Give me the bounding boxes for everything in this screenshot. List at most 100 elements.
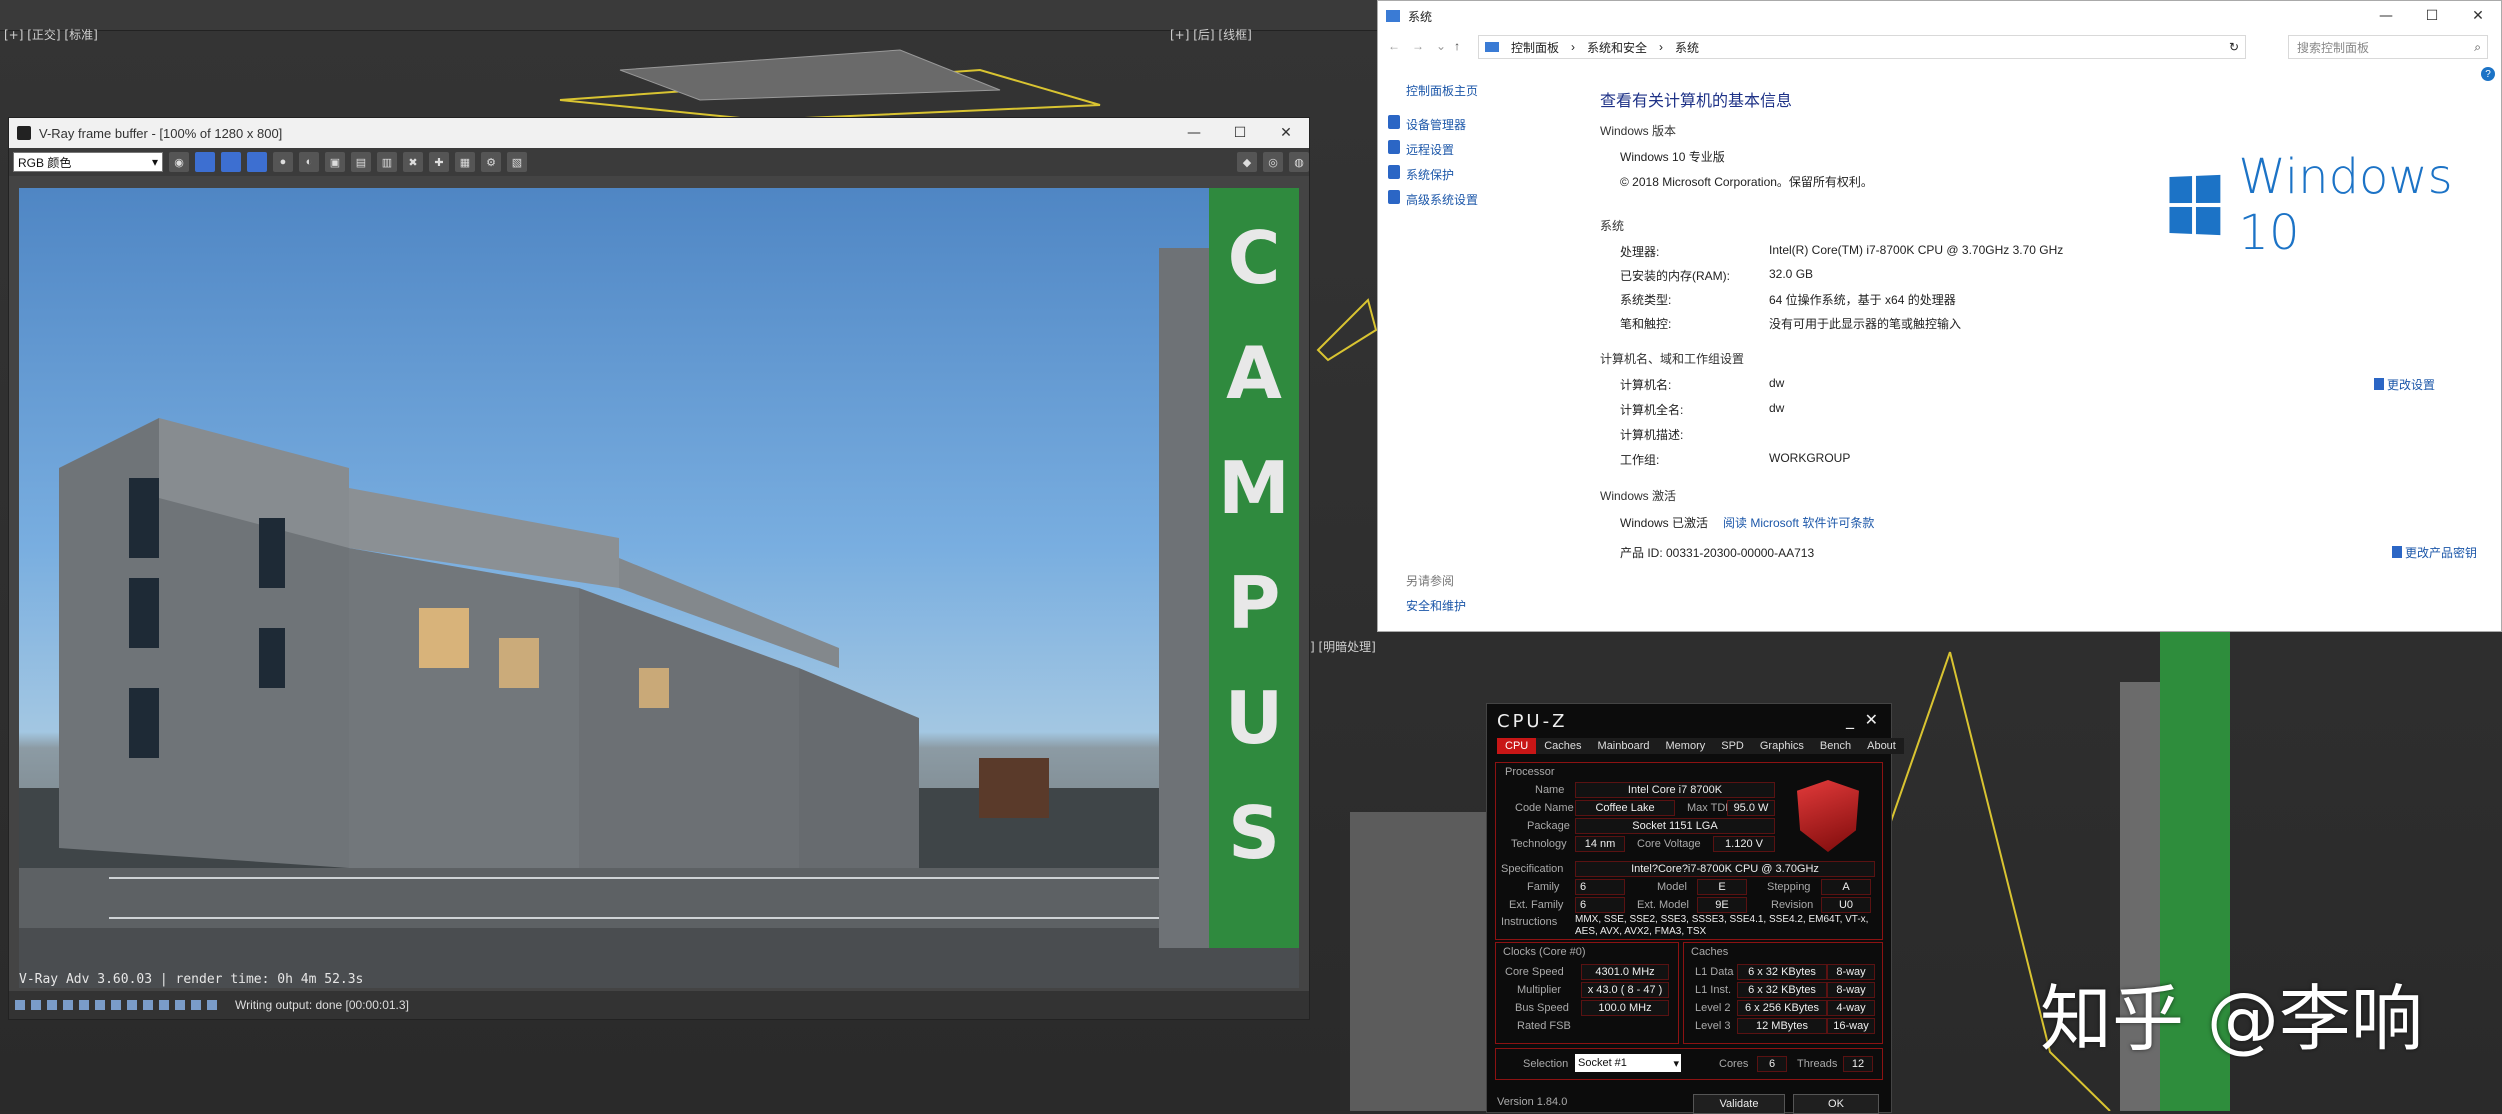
core-speed-label: Core Speed [1505,966,1564,978]
search-icon[interactable]: ⌕ [2474,40,2481,55]
breadcrumb-item[interactable]: 系统和安全 [1587,39,1647,56]
breadcrumb-item[interactable]: 控制面板 [1511,39,1559,56]
tab-mainboard[interactable]: Mainboard [1589,738,1658,754]
windows-edition: Windows 10 专业版 [1620,150,1725,164]
vray-frame-buffer-window[interactable]: V-Ray frame buffer - [100% of 1280 x 800… [8,117,1310,1020]
minimize-icon[interactable]: — [2363,1,2409,31]
channel-select-value: RGB 颜色 [18,155,72,170]
address-bar: ← → ⌄ ↑ 控制面板 › 系统和安全 › 系统 ↻ 搜索控制面板 ⌕ ? [1378,31,2501,81]
cores-value: 6 [1757,1056,1787,1072]
vray-toolbar: RGB 颜色 ▾ ◉ ● ◐ ▣ ▤ ▥ ✖ ✚ ▦ ⚙ ▧ ◆ ◎ ◍ [9,148,1309,176]
change-product-key-link[interactable]: 更改产品密钥 [2392,544,2477,561]
close-icon[interactable]: ✕ [1865,710,1881,729]
minimize-icon[interactable]: — [1171,118,1217,148]
back-arrow-icon[interactable]: ← [1388,39,1400,53]
status-icon[interactable] [31,1000,41,1010]
maximize-icon[interactable]: ☐ [1217,118,1263,148]
license-terms-link[interactable]: 阅读 Microsoft 软件许可条款 [1723,514,1874,531]
clear-image-icon[interactable]: ✖ [403,152,423,172]
model-value: E [1697,879,1747,895]
tab-cpu[interactable]: CPU [1497,738,1537,754]
color-picker-icon[interactable]: ◉ [169,152,189,172]
search-placeholder: 搜索控制面板 [2297,40,2370,55]
bus-speed-label: Bus Speed [1515,1002,1569,1014]
breadcrumb-item[interactable]: 系统 [1675,39,1699,56]
workgroup-value: WORKGROUP [1769,451,1851,465]
rated-fsb-label: Rated FSB [1517,1020,1571,1032]
help-icon[interactable]: ? [2481,67,2495,81]
sign-letter: U [1225,676,1283,760]
forward-arrow-icon[interactable]: → [1412,39,1424,53]
tab-about[interactable]: About [1859,738,1904,754]
shield-icon [1388,190,1400,204]
tab-bench[interactable]: Bench [1811,738,1860,754]
status-icon[interactable] [79,1000,89,1010]
description-label: 计算机描述: [1620,428,1684,442]
validate-button[interactable]: Validate [1693,1094,1785,1114]
tab-memory[interactable]: Memory [1657,738,1714,754]
processor-label: 处理器: [1620,245,1660,259]
system-properties-window[interactable]: 系统 — ☐ ✕ ← → ⌄ ↑ 控制面板 › 系统和安全 › 系统 ↻ 搜索控… [1377,0,2502,632]
search-input[interactable]: 搜索控制面板 ⌕ [2288,35,2488,59]
nav-control-panel-home[interactable]: 控制面板主页 [1406,82,1478,99]
load-image-icon[interactable]: ▤ [351,152,371,172]
teapot-icon[interactable]: ◍ [1289,152,1309,172]
cpuz-titlebar[interactable]: CPU-Z _ ✕ [1487,704,1891,738]
socket-select[interactable]: Socket #1 ▾ [1575,1054,1681,1072]
render-last-icon[interactable]: ⚙ [481,152,501,172]
multiplier-value: x 43.0 ( 8 - 47 ) [1581,982,1669,998]
nav-device-manager[interactable]: 设备管理器 [1406,116,1466,133]
color-corrections-icon[interactable]: ▧ [507,152,527,172]
system-titlebar[interactable]: 系统 — ☐ ✕ [1378,1,2501,31]
nav-advanced-settings[interactable]: 高级系统设置 [1406,191,1478,208]
minimize-icon[interactable]: _ [1846,710,1857,729]
maximize-icon[interactable]: ☐ [2409,1,2455,31]
tab-caches[interactable]: Caches [1536,738,1590,754]
close-icon[interactable]: ✕ [1263,118,1309,148]
status-icon[interactable] [159,1000,169,1010]
render-scene-svg: C A M P U S [19,188,1299,988]
save-image-icon[interactable]: ▣ [325,152,345,172]
status-icon[interactable] [47,1000,57,1010]
chevron-down-icon[interactable]: ⌄ [1436,39,1446,53]
tab-spd[interactable]: SPD [1713,738,1752,754]
green-channel-icon[interactable] [221,152,241,172]
system-window-icon [1386,10,1400,22]
red-channel-icon[interactable] [195,152,215,172]
l3-way: 16-way [1827,1018,1875,1034]
status-icon[interactable] [207,1000,217,1010]
status-icon[interactable] [175,1000,185,1010]
status-icon[interactable] [191,1000,201,1010]
status-icon[interactable] [95,1000,105,1010]
blue-channel-icon[interactable] [247,152,267,172]
revision-label: Revision [1771,899,1814,911]
selection-label: Selection [1523,1058,1569,1070]
refresh-icon[interactable]: ↻ [2229,40,2239,54]
vray-titlebar[interactable]: V-Ray frame buffer - [100% of 1280 x 800… [9,118,1309,148]
cpuz-window[interactable]: CPU-Z _ ✕ CPU Caches Mainboard Memory SP… [1486,703,1904,1114]
change-settings-link[interactable]: 更改设置 [2374,376,2435,393]
system-section-title: 系统 [1600,219,1625,233]
nav-system-protection[interactable]: 系统保护 [1406,166,1454,183]
status-icon[interactable] [63,1000,73,1010]
duplicate-vfb-icon[interactable]: ▥ [377,152,397,172]
ok-button[interactable]: OK [1793,1094,1879,1114]
nav-remote-settings[interactable]: 远程设置 [1406,141,1454,158]
status-icon[interactable] [127,1000,137,1010]
tab-graphics[interactable]: Graphics [1751,738,1812,754]
region-render-icon[interactable]: ▦ [455,152,475,172]
alpha-channel-icon[interactable]: ● [273,152,293,172]
channel-select[interactable]: RGB 颜色 ▾ [13,152,163,172]
render-icon[interactable]: ◆ [1237,152,1257,172]
nav-security-maintenance[interactable]: 安全和维护 [1406,597,1466,614]
l3-label: Level 3 [1695,1020,1731,1032]
track-mouse-icon[interactable]: ✚ [429,152,449,172]
status-icon[interactable] [143,1000,153,1010]
close-icon[interactable]: ✕ [2455,1,2501,31]
stop-render-icon[interactable]: ◎ [1263,152,1283,172]
mono-channel-icon[interactable]: ◐ [299,152,319,172]
up-arrow-icon[interactable]: ↑ [1454,39,1460,53]
status-icon[interactable] [15,1000,25,1010]
breadcrumb[interactable]: 控制面板 › 系统和安全 › 系统 ↻ [1478,35,2246,59]
status-icon[interactable] [111,1000,121,1010]
